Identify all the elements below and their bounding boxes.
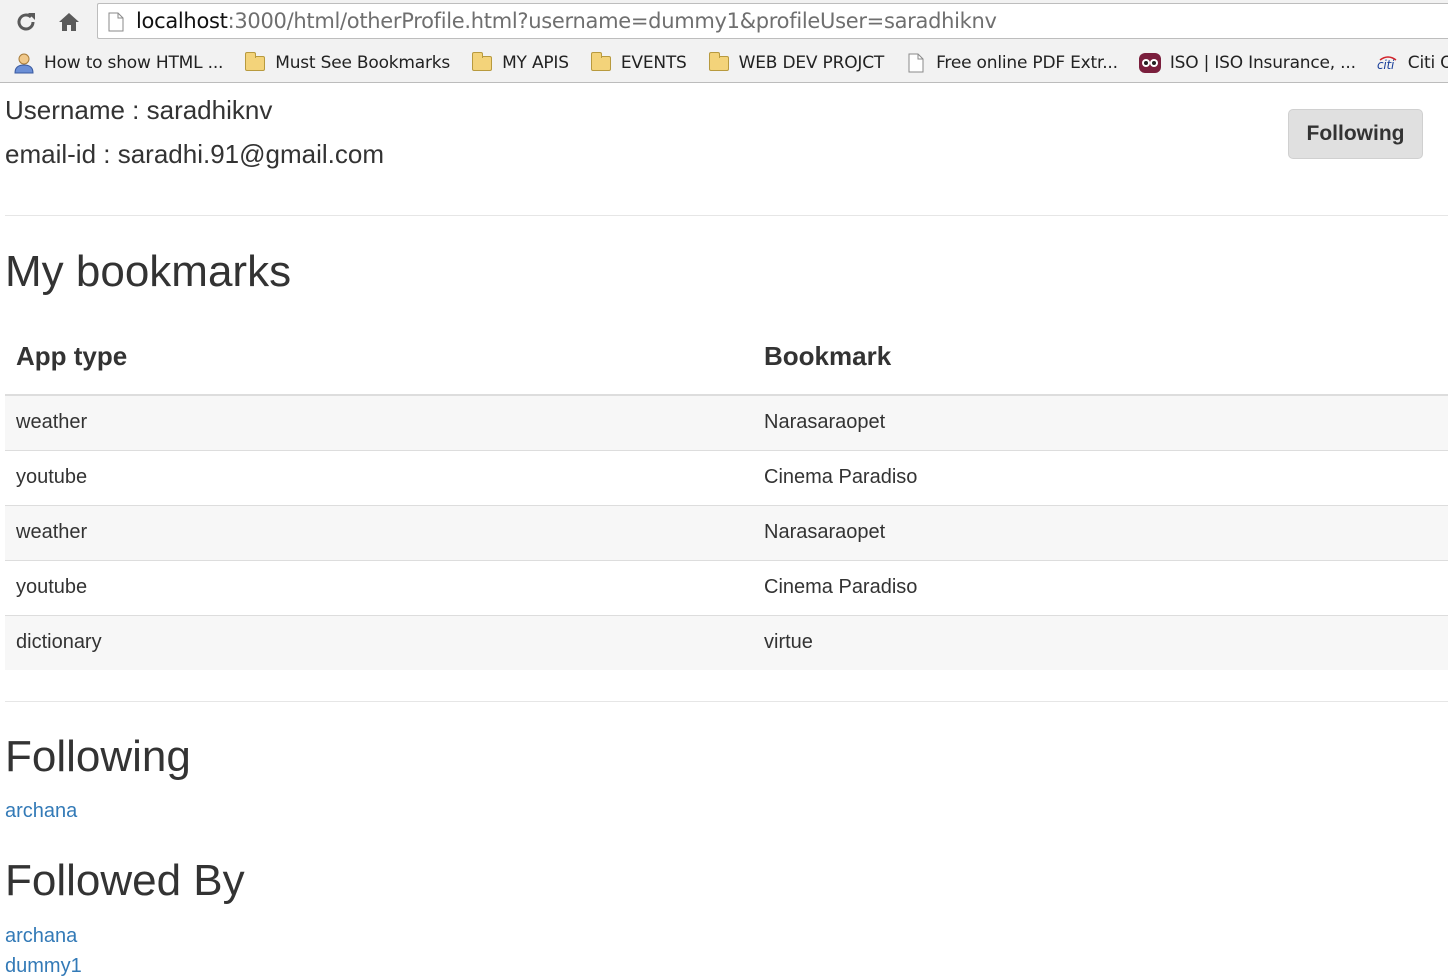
table-row: youtube Cinema Paradiso bbox=[5, 560, 1448, 615]
user-icon bbox=[12, 53, 36, 74]
iso-icon bbox=[1138, 53, 1162, 73]
divider bbox=[5, 215, 1448, 216]
bookmark-folder[interactable]: MY APIS bbox=[470, 51, 569, 73]
bookmark-folder[interactable]: WEB DEV PROJCT bbox=[707, 51, 884, 73]
bookmarks-heading: My bookmarks bbox=[5, 247, 292, 296]
bookmark-folder[interactable]: Must See Bookmarks bbox=[243, 51, 450, 73]
divider bbox=[5, 701, 1448, 702]
app-type-cell: youtube bbox=[16, 466, 88, 488]
table-row: youtube Cinema Paradiso bbox=[5, 450, 1448, 505]
bookmark-folder[interactable]: EVENTS bbox=[589, 51, 687, 73]
page-icon bbox=[108, 12, 124, 37]
column-header-app-type: App type bbox=[16, 341, 128, 371]
followed-by-heading: Followed By bbox=[5, 856, 245, 905]
bookmark-cell: Narasaraopet bbox=[764, 411, 886, 434]
table-row: weather Narasaraopet bbox=[5, 505, 1448, 560]
folder-icon bbox=[589, 51, 613, 73]
bookmark-cell: Cinema Paradiso bbox=[764, 576, 918, 598]
folder-icon bbox=[243, 51, 267, 73]
reload-icon[interactable] bbox=[12, 8, 40, 36]
url-text[interactable]: localhost:3000/html/otherProfile.html?us… bbox=[136, 9, 997, 33]
column-header-bookmark: Bookmark bbox=[764, 341, 892, 371]
bookmark-item[interactable]: Free online PDF Extr... bbox=[904, 53, 1118, 73]
table-row: weather Narasaraopet bbox=[5, 395, 1448, 450]
bookmark-cell: Cinema Paradiso bbox=[764, 466, 918, 488]
citi-icon: citi bbox=[1376, 53, 1400, 73]
follower-user-link[interactable]: archana bbox=[5, 925, 77, 948]
bookmarks-table: App type Bookmark weather Narasaraopet y… bbox=[5, 319, 1448, 670]
bookmark-cell: virtue bbox=[764, 631, 813, 654]
following-button[interactable]: Following bbox=[1288, 109, 1423, 159]
following-user-link[interactable]: archana bbox=[5, 800, 77, 823]
bookmark-item[interactable]: citi Citi Online B bbox=[1376, 53, 1448, 73]
username-text: Username : saradhiknv bbox=[5, 95, 273, 125]
folder-icon bbox=[470, 51, 494, 73]
bookmark-item[interactable]: How to show HTML ... bbox=[12, 53, 223, 74]
following-heading: Following bbox=[5, 732, 191, 781]
table-header-row: App type Bookmark bbox=[5, 319, 1448, 395]
home-icon[interactable] bbox=[55, 8, 83, 36]
bookmarks-bar: How to show HTML ... Must See Bookmarks … bbox=[0, 44, 1448, 83]
email-text: email-id : saradhi.91@gmail.com bbox=[5, 139, 384, 169]
folder-icon bbox=[707, 51, 731, 73]
app-type-cell: dictionary bbox=[16, 631, 102, 654]
app-type-cell: weather bbox=[16, 521, 88, 543]
bookmark-cell: Narasaraopet bbox=[764, 521, 886, 543]
bookmark-item[interactable]: ISO | ISO Insurance, ... bbox=[1138, 53, 1356, 73]
table-row: dictionary virtue bbox=[5, 615, 1448, 670]
app-type-cell: weather bbox=[16, 411, 88, 434]
browser-toolbar: localhost:3000/html/otherProfile.html?us… bbox=[0, 0, 1448, 44]
page-icon bbox=[904, 53, 928, 73]
address-bar[interactable]: localhost:3000/html/otherProfile.html?us… bbox=[97, 3, 1448, 39]
svg-text:citi: citi bbox=[1377, 58, 1395, 71]
follower-user-link[interactable]: dummy1 bbox=[5, 955, 82, 978]
app-type-cell: youtube bbox=[16, 576, 88, 598]
